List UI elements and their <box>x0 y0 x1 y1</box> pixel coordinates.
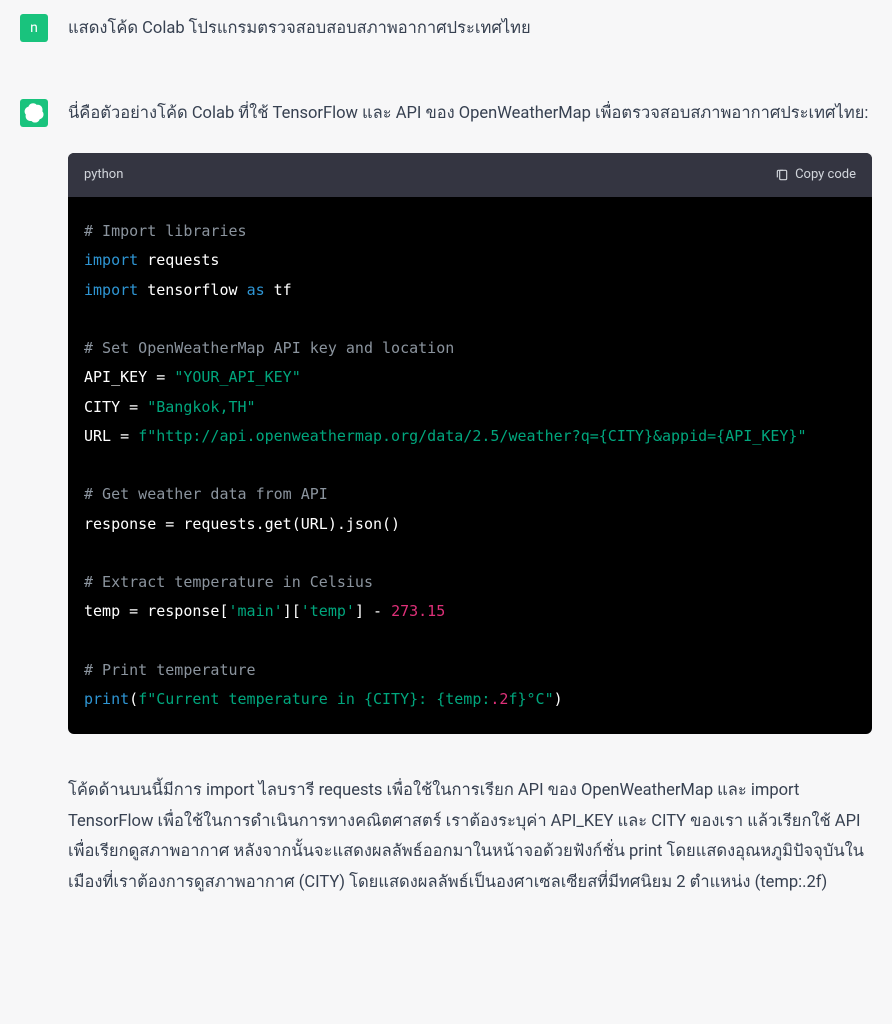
code-punct: ) <box>554 690 563 708</box>
code-fstring-expr: f} <box>508 690 526 708</box>
code-ident: tensorflow <box>138 281 246 299</box>
code-ident: requests <box>138 251 219 269</box>
code-ident: API_KEY = <box>84 368 174 386</box>
user-message-row: n แสดงโค้ด Colab โปรแกรมตรวจสอบสอบสภาพอา… <box>0 0 892 59</box>
code-string: 'main' <box>229 602 283 620</box>
code-string: "Bangkok,TH" <box>147 398 255 416</box>
code-fstring-expr: {API_KEY} <box>716 427 797 445</box>
code-string: °C" <box>527 690 554 708</box>
code-comment: # Extract temperature in Celsius <box>84 573 373 591</box>
code-ident: ] - <box>355 602 391 620</box>
code-comment: # Get weather data from API <box>84 485 328 503</box>
code-block: python Copy code # Import libraries impo… <box>68 153 872 734</box>
user-avatar: n <box>20 14 48 42</box>
code-keyword: import <box>84 281 138 299</box>
code-string: " <box>797 427 806 445</box>
code-punct: ( <box>129 690 138 708</box>
copy-code-button[interactable]: Copy code <box>775 163 856 187</box>
code-number: .2 <box>490 690 508 708</box>
code-ident: ][ <box>283 602 301 620</box>
code-string: &appid= <box>653 427 716 445</box>
code-ident: URL = <box>84 427 138 445</box>
code-fstring-expr: {CITY} <box>364 690 418 708</box>
code-body[interactable]: # Import libraries import requests impor… <box>68 197 872 734</box>
code-string: "YOUR_API_KEY" <box>174 368 300 386</box>
code-ident: temp = response[ <box>84 602 229 620</box>
code-language-label: python <box>84 163 123 187</box>
clipboard-icon <box>775 168 789 182</box>
code-string: : <box>418 690 436 708</box>
code-line: response = requests.get(URL).json() <box>84 515 400 533</box>
code-comment: # Import libraries <box>84 222 247 240</box>
code-comment: # Print temperature <box>84 661 256 679</box>
code-string: f"Current temperature in <box>138 690 364 708</box>
code-keyword: print <box>84 690 129 708</box>
code-comment: # Set OpenWeatherMap API key and locatio… <box>84 339 454 357</box>
openai-logo-icon <box>24 103 44 123</box>
code-keyword: import <box>84 251 138 269</box>
code-fstring-expr: {temp: <box>436 690 490 708</box>
code-string: f"http://api.openweathermap.org/data/2.5… <box>138 427 599 445</box>
code-ident: tf <box>265 281 292 299</box>
assistant-intro-text: นี่คือตัวอย่างโค้ด Colab ที่ใช้ TensorFl… <box>68 99 872 130</box>
user-message-text: แสดงโค้ด Colab โปรแกรมตรวจสอบสอบสภาพอากา… <box>68 14 872 45</box>
assistant-message-content: นี่คือตัวอย่างโค้ด Colab ที่ใช้ TensorFl… <box>68 99 872 899</box>
code-keyword: as <box>247 281 265 299</box>
user-avatar-letter: n <box>30 20 38 36</box>
code-number: 273.15 <box>391 602 445 620</box>
code-header: python Copy code <box>68 153 872 197</box>
assistant-avatar <box>20 99 48 127</box>
assistant-explanation-text: โค้ดด้านบนนี้มีการ import ไลบรารี reques… <box>68 776 872 898</box>
copy-code-label: Copy code <box>795 163 856 187</box>
code-ident: CITY = <box>84 398 147 416</box>
code-fstring-expr: {CITY} <box>599 427 653 445</box>
assistant-message-row: นี่คือตัวอย่างโค้ด Colab ที่ใช้ TensorFl… <box>0 59 892 913</box>
code-string: 'temp' <box>301 602 355 620</box>
